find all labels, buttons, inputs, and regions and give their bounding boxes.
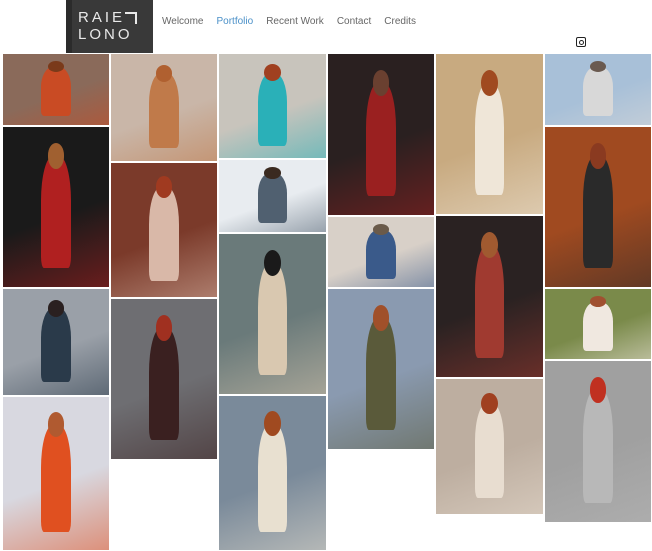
gallery-photo[interactable] xyxy=(110,298,218,460)
model-figure xyxy=(583,389,613,503)
model-figure xyxy=(366,229,396,279)
instagram-icon[interactable] xyxy=(576,37,586,47)
logo-accent-bar xyxy=(66,0,72,53)
model-head xyxy=(263,411,282,437)
model-figure xyxy=(583,301,613,351)
model-head xyxy=(155,64,173,82)
gallery-photo[interactable] xyxy=(435,53,544,215)
gallery-photo[interactable] xyxy=(2,126,110,288)
gallery-photo[interactable] xyxy=(2,288,110,396)
model-figure xyxy=(583,155,613,268)
nav-welcome[interactable]: Welcome xyxy=(162,16,204,27)
model-figure xyxy=(41,308,71,383)
model-figure xyxy=(474,403,505,498)
model-head xyxy=(263,64,282,82)
nav-recent-work[interactable]: Recent Work xyxy=(266,16,324,27)
model-figure xyxy=(474,82,505,195)
logo-line-2: LONO xyxy=(78,26,133,43)
model-head xyxy=(47,143,65,169)
model-head xyxy=(155,176,173,198)
model-head xyxy=(480,70,499,96)
model-figure xyxy=(149,187,179,281)
model-figure xyxy=(583,66,613,117)
gallery-photo[interactable] xyxy=(327,53,435,216)
model-head xyxy=(589,143,607,169)
model-head xyxy=(372,305,390,331)
model-head xyxy=(372,70,390,96)
model-figure xyxy=(149,327,179,440)
model-figure xyxy=(41,424,71,532)
gallery-photo[interactable] xyxy=(435,215,544,378)
model-head xyxy=(480,392,499,415)
model-figure xyxy=(366,317,396,430)
model-figure xyxy=(366,82,396,196)
model-head xyxy=(263,167,282,179)
model-figure xyxy=(41,66,71,117)
model-head xyxy=(480,232,499,258)
gallery-photo[interactable] xyxy=(435,378,544,515)
model-figure xyxy=(257,72,288,146)
model-figure xyxy=(41,155,71,268)
gallery-photo[interactable] xyxy=(218,53,327,159)
nav-portfolio[interactable]: Portfolio xyxy=(217,16,254,27)
model-figure xyxy=(257,172,288,224)
logo-bracket-mark xyxy=(125,12,137,24)
gallery-photo[interactable] xyxy=(544,126,652,288)
model-figure xyxy=(257,262,288,375)
model-head xyxy=(47,412,65,437)
gallery-photo[interactable] xyxy=(544,360,652,523)
gallery-photo[interactable] xyxy=(218,395,327,551)
main-nav: Welcome Portfolio Recent Work Contact Cr… xyxy=(162,16,416,27)
model-head xyxy=(155,315,173,341)
gallery-photo[interactable] xyxy=(327,216,435,288)
model-figure xyxy=(474,244,505,358)
model-head xyxy=(589,377,607,403)
model-head xyxy=(263,250,282,276)
nav-contact[interactable]: Contact xyxy=(337,16,371,27)
nav-credits[interactable]: Credits xyxy=(384,16,416,27)
gallery-photo[interactable] xyxy=(110,162,218,298)
gallery-photo[interactable] xyxy=(327,288,435,450)
model-figure xyxy=(149,73,179,149)
gallery-photo[interactable] xyxy=(2,53,110,126)
logo-line-1: RAIE xyxy=(78,9,126,26)
model-figure xyxy=(257,423,288,532)
gallery-photo[interactable] xyxy=(544,53,652,126)
gallery-photo[interactable] xyxy=(218,233,327,395)
site-logo[interactable]: RAIE LONO xyxy=(66,0,153,53)
gallery-photo[interactable] xyxy=(110,53,218,162)
gallery-photo[interactable] xyxy=(544,288,652,360)
model-head xyxy=(47,299,65,317)
gallery-photo[interactable] xyxy=(2,396,110,551)
gallery-photo[interactable] xyxy=(218,159,327,233)
